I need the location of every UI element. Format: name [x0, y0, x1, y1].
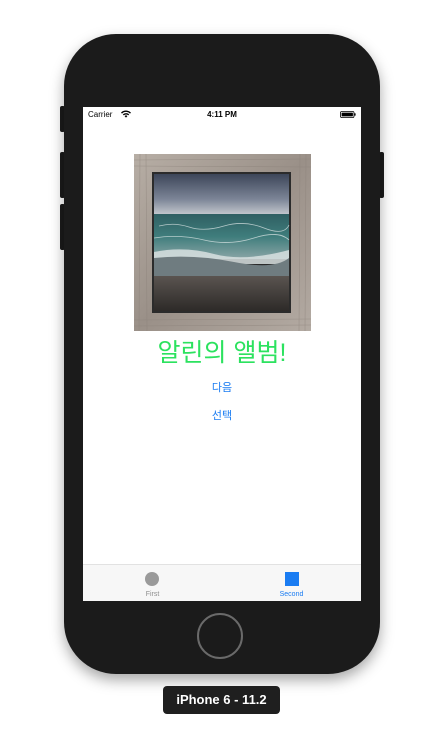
simulator-stage: Carrier 4:11 PM 알린의 앨범! 다음 선택 First Seco…	[0, 0, 444, 756]
phone-screen: Carrier 4:11 PM 알린의 앨범! 다음 선택 First Seco…	[83, 107, 361, 601]
select-button[interactable]: 선택	[192, 406, 252, 424]
tab-second[interactable]: Second	[222, 565, 361, 601]
battery-icon	[340, 111, 356, 118]
square-icon	[285, 572, 299, 586]
tab-first[interactable]: First	[83, 565, 222, 601]
tab-first-label: First	[145, 591, 160, 598]
device-caption: iPhone 6 - 11.2	[163, 686, 280, 714]
tab-second-label: Second	[279, 591, 304, 598]
next-button[interactable]: 다음	[192, 378, 252, 396]
home-button[interactable]	[197, 613, 243, 659]
tab-bar: First Second	[83, 564, 361, 601]
status-time: 4:11 PM	[207, 110, 237, 119]
circle-icon	[145, 572, 159, 586]
album-title: 알린의 앨범!	[157, 339, 287, 367]
album-photo-image	[134, 154, 311, 331]
status-bar: Carrier 4:11 PM	[83, 107, 361, 121]
